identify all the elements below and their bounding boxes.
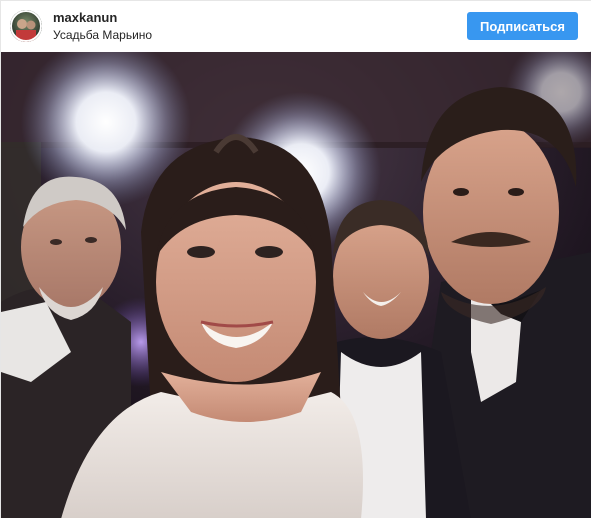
location-link[interactable]: Усадьба Марьино <box>53 28 152 42</box>
post-photo[interactable] <box>1 52 591 518</box>
avatar[interactable] <box>10 10 42 42</box>
follow-button[interactable]: Подписаться <box>466 12 578 40</box>
group-selfie-photo <box>1 52 591 518</box>
post-header: maxkanun Усадьба Марьино Подписаться <box>1 1 591 51</box>
username-link[interactable]: maxkanun <box>53 10 152 26</box>
user-meta: maxkanun Усадьба Марьино <box>53 10 152 42</box>
avatar-ring <box>10 10 42 42</box>
instagram-post: maxkanun Усадьба Марьино Подписаться <box>0 0 591 518</box>
